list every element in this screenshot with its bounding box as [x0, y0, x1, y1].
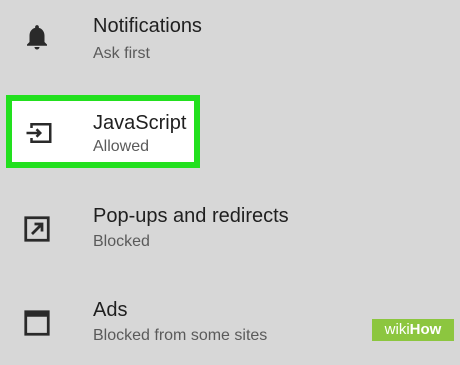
settings-item-title: JavaScript — [93, 112, 187, 134]
settings-item-popups-redirects[interactable]: Pop-ups and redirects Blocked — [0, 190, 460, 270]
bell-icon — [22, 22, 52, 52]
settings-item-subtitle: Allowed — [93, 138, 150, 155]
watermark-text-wiki: wiki — [384, 321, 410, 338]
popup-redirect-icon — [22, 214, 52, 244]
settings-item-title: Pop-ups and redirects — [93, 205, 289, 227]
settings-item-title: Notifications — [93, 15, 202, 37]
watermark-text-how: How — [409, 321, 442, 338]
settings-item-subtitle: Blocked from some sites — [93, 327, 268, 344]
settings-item-subtitle: Blocked — [93, 233, 150, 250]
javascript-icon — [24, 118, 54, 148]
site-settings-list: Notifications Ask first JavaScript Allow… — [0, 0, 460, 345]
wikihow-watermark: wikiHow — [372, 319, 454, 341]
settings-item-subtitle: Ask first — [93, 45, 150, 62]
ads-icon — [22, 308, 52, 338]
settings-item-javascript[interactable]: JavaScript Allowed — [0, 95, 460, 175]
settings-item-notifications[interactable]: Notifications Ask first — [0, 0, 460, 80]
settings-item-title: Ads — [93, 299, 128, 321]
